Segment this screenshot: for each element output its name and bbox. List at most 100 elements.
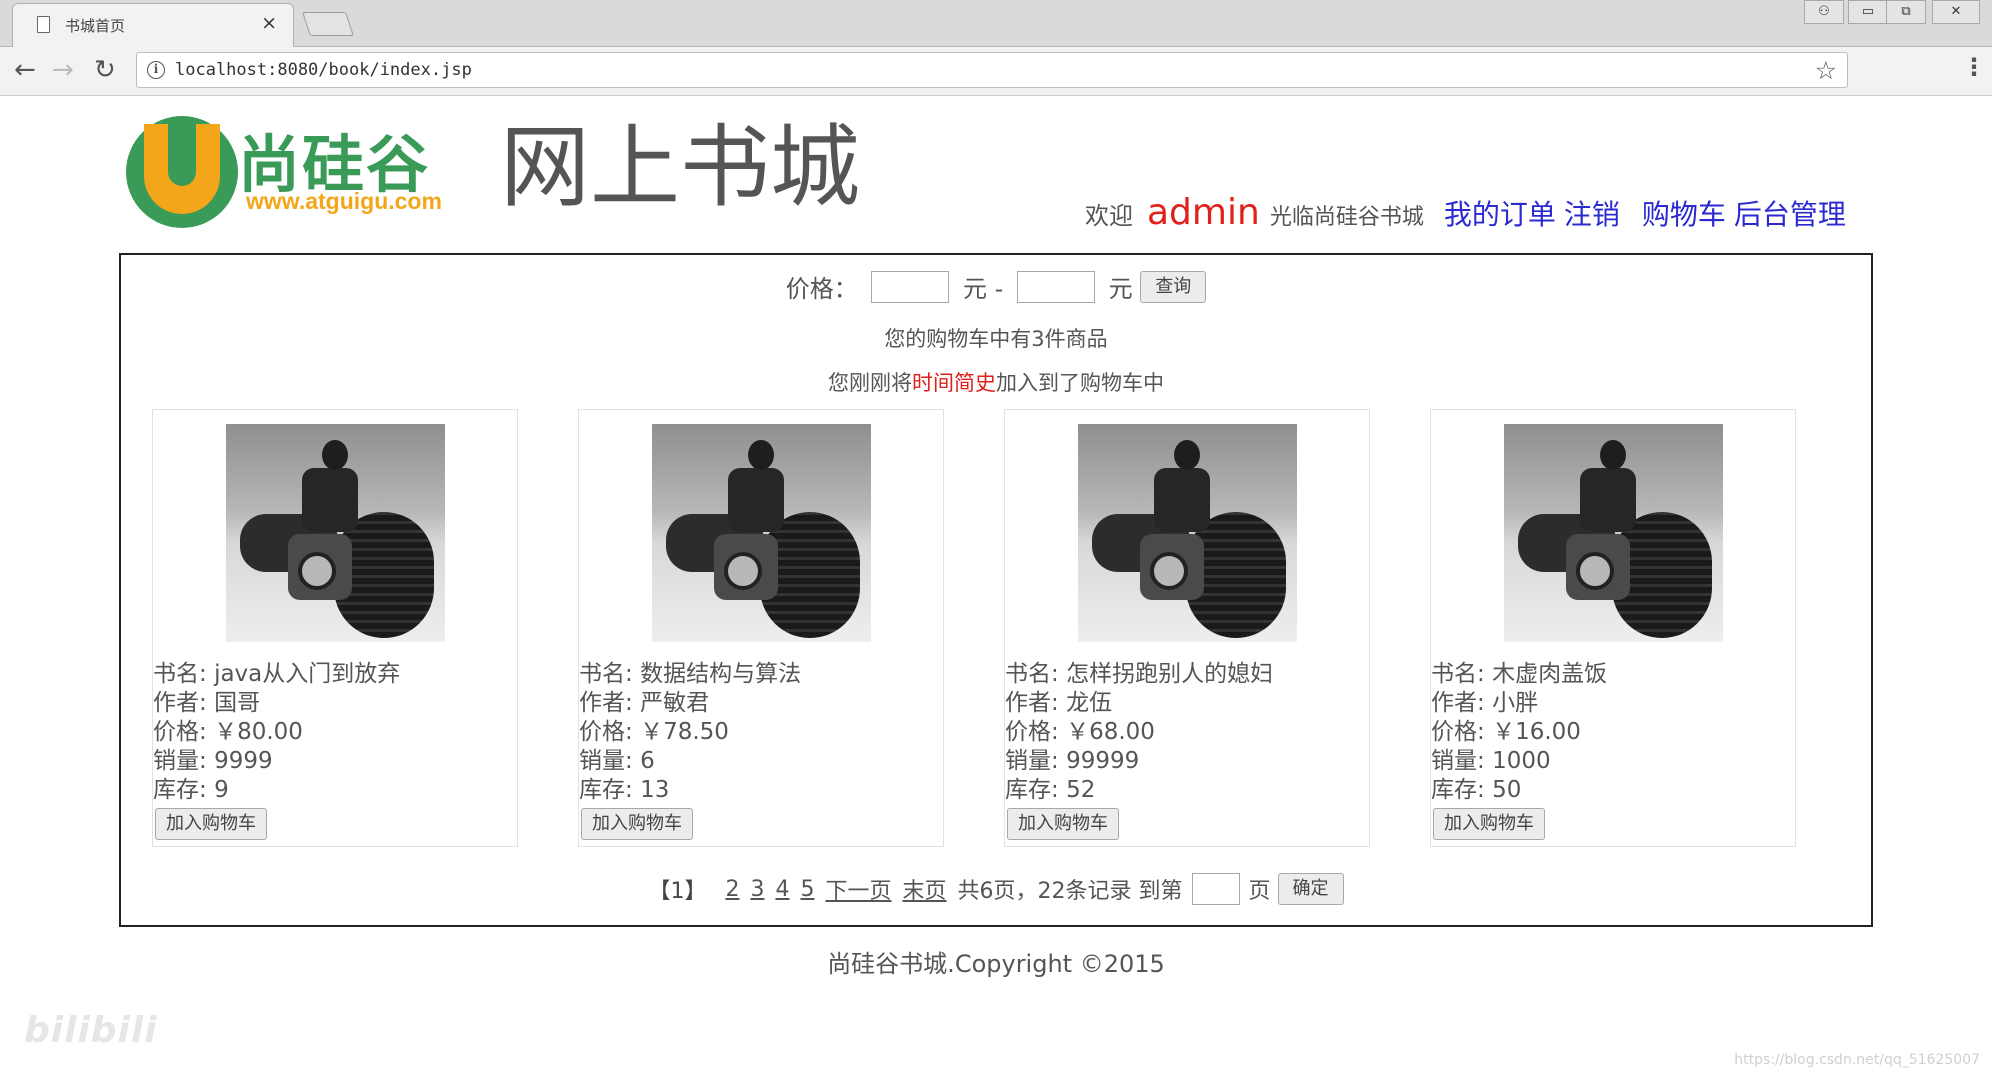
book-name: 怎样拐跑别人的媳妇 — [1066, 661, 1274, 687]
min-price-unit: 元 - — [963, 275, 1004, 303]
label-sales: 销量: — [1431, 748, 1493, 774]
tab-close-icon[interactable]: × — [261, 12, 277, 34]
book-name-row: 书名: java从入门到放弃 — [153, 660, 400, 689]
book-price: ￥78.50 — [640, 719, 729, 745]
rider-head-shape — [1174, 440, 1200, 470]
add-to-cart-button[interactable]: 加入购物车 — [1433, 808, 1545, 840]
rider-shape — [1154, 468, 1210, 532]
site-logo: 尚硅谷 www.atguigu.com — [126, 112, 486, 230]
close-window-button[interactable]: ✕ — [1932, 0, 1980, 24]
page-unit: 页 — [1248, 879, 1271, 904]
bookmark-star-icon[interactable]: ☆ — [1815, 56, 1837, 85]
page-summary: 共6页，22条记录 到第 — [957, 879, 1183, 904]
admin-link[interactable]: 后台管理 — [1734, 193, 1846, 233]
rider-head-shape — [322, 440, 348, 470]
last-added-text: 您刚刚将时间简史加入到了购物车中 — [121, 367, 1871, 397]
book-price: ￥16.00 — [1492, 719, 1581, 745]
profile-icon[interactable]: ⚇ — [1804, 0, 1844, 24]
label-price: 价格: — [579, 719, 641, 745]
page-link-4[interactable]: 4 — [775, 877, 789, 902]
rim-shape — [724, 552, 762, 590]
page-icon — [37, 16, 50, 33]
book-name: java从入门到放弃 — [214, 661, 401, 687]
last-added-prefix: 您刚刚将 — [828, 371, 912, 395]
browser-menu-icon[interactable]: ⋮ — [1962, 53, 1986, 81]
rider-head-shape — [748, 440, 774, 470]
label-name: 书名: — [579, 661, 641, 687]
add-to-cart-button[interactable]: 加入购物车 — [1007, 808, 1119, 840]
rider-head-shape — [1600, 440, 1626, 470]
address-bar[interactable]: i localhost:8080/book/index.jsp ☆ — [136, 52, 1848, 88]
search-button[interactable]: 查询 — [1140, 270, 1207, 303]
next-page-link[interactable]: 下一页 — [825, 879, 891, 904]
rider-shape — [1580, 468, 1636, 532]
browser-tab-bar: 书城首页 × ⚇ ▭ ⧉ ✕ — [0, 0, 1992, 47]
back-icon[interactable]: ← — [14, 53, 36, 87]
label-price: 价格: — [1431, 719, 1493, 745]
book-cover-image — [1504, 424, 1723, 642]
label-author: 作者: — [1005, 690, 1067, 716]
book-cover-image — [652, 424, 871, 642]
book-author: 国哥 — [214, 690, 261, 716]
price-label: 价格： — [785, 275, 858, 303]
url-text[interactable]: localhost:8080/book/index.jsp — [175, 60, 472, 80]
confirm-goto-button[interactable]: 确定 — [1277, 873, 1344, 905]
browser-tab-active[interactable]: 书城首页 × — [12, 3, 294, 47]
book-stock: 52 — [1066, 777, 1096, 803]
max-price-unit: 元 — [1108, 275, 1133, 303]
my-orders-link[interactable]: 我的订单 — [1444, 193, 1556, 233]
book-details: 书名: 数据结构与算法 作者: 严敏君 价格: ￥78.50 销量: 6 库存:… — [579, 660, 801, 805]
book-name: 数据结构与算法 — [640, 661, 802, 687]
label-price: 价格: — [1005, 719, 1067, 745]
cart-link[interactable]: 购物车 — [1642, 193, 1726, 233]
greeting-text: 光临尚硅谷书城 — [1269, 205, 1424, 230]
label-name: 书名: — [1005, 661, 1067, 687]
logo-url-text: www.atguigu.com — [246, 188, 442, 214]
site-info-icon[interactable]: i — [147, 61, 165, 79]
label-author: 作者: — [579, 690, 641, 716]
book-sales: 1000 — [1492, 748, 1551, 774]
rim-shape — [1576, 552, 1614, 590]
last-page-link[interactable]: 末页 — [902, 879, 946, 904]
cart-count-text: 您的购物车中有3件商品 — [884, 327, 1108, 351]
max-price-input[interactable] — [1016, 270, 1095, 303]
book-price-row: 价格: ￥68.00 — [1005, 718, 1273, 747]
page-title: 网上书城 — [500, 115, 860, 220]
book-stock-row: 库存: 52 — [1005, 776, 1273, 805]
rim-shape — [1150, 552, 1188, 590]
add-to-cart-button[interactable]: 加入购物车 — [581, 808, 693, 840]
book-sales: 6 — [640, 748, 655, 774]
book-details: 书名: java从入门到放弃 作者: 国哥 价格: ￥80.00 销量: 999… — [153, 660, 400, 805]
maximize-button[interactable]: ⧉ — [1886, 0, 1926, 24]
book-stock: 13 — [640, 777, 670, 803]
book-sales-row: 销量: 6 — [579, 747, 801, 776]
rider-shape — [302, 468, 358, 532]
video-watermark: bilibili — [24, 1010, 158, 1051]
page-link-5[interactable]: 5 — [800, 877, 814, 902]
page-link-3[interactable]: 3 — [750, 877, 764, 902]
new-tab-button[interactable] — [302, 12, 354, 36]
minimize-button[interactable]: ▭ — [1848, 0, 1888, 24]
footer-copyright: 尚硅谷书城.Copyright ©2015 — [827, 950, 1165, 978]
book-cover-image — [226, 424, 445, 642]
book-sales-row: 销量: 99999 — [1005, 747, 1273, 776]
label-name: 书名: — [153, 661, 215, 687]
add-to-cart-button[interactable]: 加入购物车 — [155, 808, 267, 840]
reload-icon[interactable]: ↻ — [94, 53, 116, 87]
label-price: 价格: — [153, 719, 215, 745]
book-details: 书名: 木虚肉盖饭 作者: 小胖 价格: ￥16.00 销量: 1000 库存:… — [1431, 660, 1607, 805]
book-name-row: 书名: 数据结构与算法 — [579, 660, 801, 689]
min-price-input[interactable] — [871, 270, 950, 303]
book-price-row: 价格: ￥78.50 — [579, 718, 801, 747]
book-sales: 99999 — [1066, 748, 1140, 774]
goto-page-input[interactable] — [1191, 873, 1240, 905]
logout-link[interactable]: 注销 — [1564, 193, 1620, 233]
book-details: 书名: 怎样拐跑别人的媳妇 作者: 龙伍 价格: ￥68.00 销量: 9999… — [1005, 660, 1273, 805]
page-link-2[interactable]: 2 — [725, 877, 739, 902]
forward-icon[interactable]: → — [52, 53, 74, 87]
browser-toolbar: ← → ↻ i localhost:8080/book/index.jsp ☆ … — [0, 47, 1992, 96]
label-stock: 库存: — [1431, 777, 1493, 803]
pagination: 【1】 2 3 4 5 下一页 末页 共6页，22条记录 到第 页 确定 — [121, 873, 1871, 905]
book-stock: 9 — [214, 777, 229, 803]
book-author-row: 作者: 国哥 — [153, 689, 400, 718]
